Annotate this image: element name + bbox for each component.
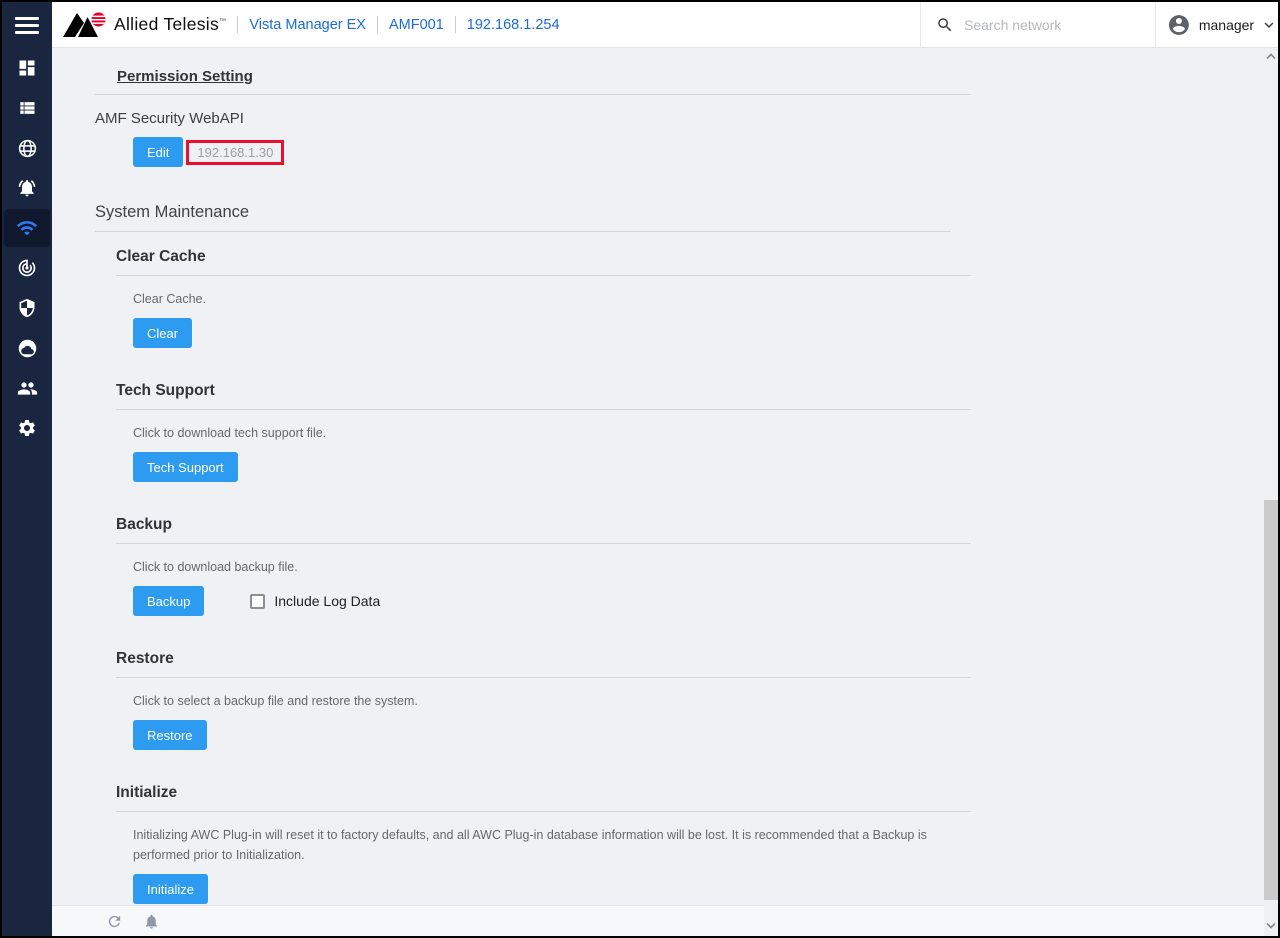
shield-icon [17,298,37,318]
sidebar-item-asset-list[interactable] [2,88,52,128]
vertical-scrollbar[interactable] [1264,48,1278,936]
dashboard-icon [17,58,37,78]
header: Allied Telesis™ Vista Manager EX AMF001 … [52,2,1278,48]
section-description: Click to download tech support file. [133,423,953,443]
sidebar-item-security[interactable] [2,288,52,328]
notifications-button[interactable] [141,911,161,931]
divider [116,677,971,678]
sidebar-item-cloud[interactable] [2,328,52,368]
scroll-up-icon[interactable] [1266,53,1276,60]
sidebar-item-settings[interactable] [2,408,52,448]
section-backup: Backup Click to download backup file. Ba… [116,516,1264,616]
divider [455,16,456,33]
section-description: Click to select a backup file and restor… [133,691,953,711]
bell-icon [17,178,37,198]
user-menu[interactable]: manager [1155,2,1278,47]
track-changes-icon [17,258,37,278]
globe-icon [17,138,38,159]
brand-text: Allied Telesis™ [114,14,226,35]
section-initialize: Initialize Initializing AWC Plug-in will… [116,784,1264,904]
divider [116,811,971,812]
breadcrumb-ip[interactable]: 192.168.1.254 [467,17,560,33]
chevron-down-icon [1260,16,1278,34]
app-window: Allied Telesis™ Vista Manager EX AMF001 … [0,0,1280,938]
breadcrumb-product[interactable]: Vista Manager EX [249,17,366,33]
users-icon [17,378,38,399]
search-icon [936,16,954,34]
sidebar-item-events[interactable] [2,168,52,208]
include-log-data-option[interactable]: Include Log Data [250,593,380,609]
scrollbar-thumb[interactable] [1264,500,1278,900]
hamburger-menu-button[interactable] [2,2,52,48]
sidebar-item-dashboard[interactable] [2,48,52,88]
permission-setting-title: Permission Setting [117,68,1264,85]
section-tech-support: Tech Support Click to download tech supp… [116,382,1264,482]
webapi-address-annotated: 192.168.1.30 [186,140,284,165]
main-column: Allied Telesis™ Vista Manager EX AMF001 … [52,2,1278,936]
sidebar [2,2,52,936]
scroll-down-icon[interactable] [1266,922,1276,929]
hamburger-icon [15,13,39,38]
section-title: Restore [116,650,1264,668]
sidebar-item-network-map[interactable] [2,128,52,168]
divider [95,94,971,95]
divider [237,16,238,33]
divider [116,543,971,544]
clear-button[interactable]: Clear [133,318,192,348]
amf-security-webapi-title: AMF Security WebAPI [95,110,1264,127]
search-input[interactable] [964,17,1134,33]
divider [377,16,378,33]
backup-button[interactable]: Backup [133,586,204,616]
settings-content: Permission Setting AMF Security WebAPI E… [52,48,1264,905]
divider [116,275,971,276]
initialize-button[interactable]: Initialize [133,874,208,904]
breadcrumb-network[interactable]: AMF001 [389,17,444,33]
divider [116,409,971,410]
section-restore: Restore Click to select a backup file an… [116,650,1264,750]
section-clear-cache: Clear Cache Clear Cache. Clear [116,248,1264,348]
section-title: Backup [116,516,1264,534]
section-description: Initializing AWC Plug-in will reset it t… [133,825,953,865]
gear-icon [17,418,37,438]
checkbox-label: Include Log Data [274,593,380,609]
bottom-bar [52,905,1264,936]
notification-bell-icon [143,913,160,930]
section-description: Clear Cache. [133,289,953,309]
user-avatar-icon [1167,13,1191,37]
list-icon [17,98,37,118]
section-title: Clear Cache [116,248,1264,266]
cloud-icon [17,338,38,359]
allied-telesis-logo-icon [63,10,107,40]
divider [95,231,951,232]
section-title: Initialize [116,784,1264,802]
sidebar-item-users[interactable] [2,368,52,408]
sidebar-item-wireless-active[interactable] [2,208,52,248]
include-log-data-checkbox[interactable] [250,594,265,609]
wifi-icon [16,217,38,239]
edit-button[interactable]: Edit [133,137,183,167]
tech-support-button[interactable]: Tech Support [133,452,238,482]
section-title: Tech Support [116,382,1264,400]
webapi-edit-row: Edit 192.168.1.30 [133,137,1264,167]
user-name: manager [1199,17,1254,33]
system-maintenance-title: System Maintenance [95,203,1264,222]
section-description: Click to download backup file. [133,557,953,577]
refresh-button[interactable] [104,911,124,931]
refresh-icon [106,913,123,930]
sidebar-item-traffic-monitoring[interactable] [2,248,52,288]
page-body: Permission Setting AMF Security WebAPI E… [52,48,1278,936]
search-box [920,2,1155,47]
restore-button[interactable]: Restore [133,720,207,750]
